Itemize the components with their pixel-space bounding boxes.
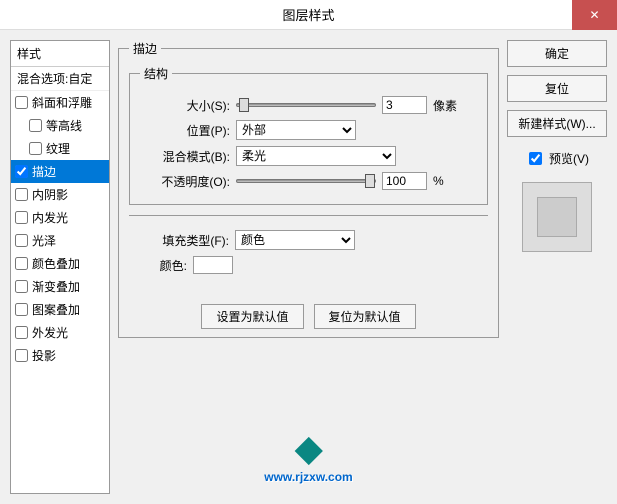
style-checkbox[interactable] xyxy=(15,326,28,339)
close-button[interactable]: ✕ xyxy=(572,0,617,30)
preview-inner xyxy=(537,197,577,237)
blendmode-select[interactable]: 柔光 xyxy=(236,146,396,166)
ok-button[interactable]: 确定 xyxy=(507,40,607,67)
stroke-legend: 描边 xyxy=(129,40,161,57)
watermark-url: www.rjzxw.com xyxy=(264,470,352,484)
color-swatch[interactable] xyxy=(193,256,233,274)
size-unit: 像素 xyxy=(433,97,457,114)
style-item-8[interactable]: 渐变叠加 xyxy=(11,275,109,298)
blendmode-label: 混合模式(B): xyxy=(140,148,230,165)
style-item-2[interactable]: 纹理 xyxy=(11,137,109,160)
style-label: 等高线 xyxy=(46,117,82,134)
style-item-0[interactable]: 斜面和浮雕 xyxy=(11,91,109,114)
style-label: 内阴影 xyxy=(32,186,68,203)
style-item-3[interactable]: 描边 xyxy=(11,160,109,183)
style-label: 光泽 xyxy=(32,232,56,249)
style-checkbox[interactable] xyxy=(29,119,42,132)
window-title: 图层样式 xyxy=(282,5,334,24)
position-label: 位置(P): xyxy=(140,122,230,139)
slider-thumb[interactable] xyxy=(239,98,249,112)
style-item-1[interactable]: 等高线 xyxy=(11,114,109,137)
filltype-label: 填充类型(F): xyxy=(139,232,229,249)
style-label: 图案叠加 xyxy=(32,301,80,318)
style-checkbox[interactable] xyxy=(15,234,28,247)
size-input[interactable] xyxy=(382,96,427,114)
style-label: 渐变叠加 xyxy=(32,278,80,295)
style-item-5[interactable]: 内发光 xyxy=(11,206,109,229)
style-checkbox[interactable] xyxy=(15,349,28,362)
cancel-button[interactable]: 复位 xyxy=(507,75,607,102)
action-panel: 确定 复位 新建样式(W)... 预览(V) xyxy=(507,40,607,494)
style-label: 描边 xyxy=(32,163,56,180)
style-checkbox[interactable] xyxy=(15,188,28,201)
opacity-unit: % xyxy=(433,174,444,188)
close-icon: ✕ xyxy=(589,8,599,22)
style-checkbox[interactable] xyxy=(29,142,42,155)
titlebar: 图层样式 ✕ xyxy=(0,0,617,30)
reset-default-button[interactable]: 复位为默认值 xyxy=(314,304,416,329)
dialog-content: 样式 混合选项:自定 斜面和浮雕等高线纹理描边内阴影内发光光泽颜色叠加渐变叠加图… xyxy=(0,30,617,504)
preview-checkbox[interactable] xyxy=(529,152,542,165)
style-label: 投影 xyxy=(32,347,56,364)
opacity-input[interactable] xyxy=(382,172,427,190)
watermark-logo-icon xyxy=(294,437,322,465)
style-label: 颜色叠加 xyxy=(32,255,80,272)
slider-thumb[interactable] xyxy=(365,174,375,188)
style-checkbox[interactable] xyxy=(15,257,28,270)
style-checkbox[interactable] xyxy=(15,303,28,316)
size-label: 大小(S): xyxy=(140,97,230,114)
settings-panel: 描边 结构 大小(S): 像素 位置(P): 外部 混合模式(B): 柔光 xyxy=(118,40,499,494)
style-checkbox[interactable] xyxy=(15,96,28,109)
blend-options[interactable]: 混合选项:自定 xyxy=(11,67,109,91)
style-label: 外发光 xyxy=(32,324,68,341)
set-default-button[interactable]: 设置为默认值 xyxy=(201,304,303,329)
color-label: 颜色: xyxy=(139,257,187,274)
structure-fieldset: 结构 大小(S): 像素 位置(P): 外部 混合模式(B): 柔光 不透明度(… xyxy=(129,65,488,205)
structure-legend: 结构 xyxy=(140,65,172,82)
style-item-4[interactable]: 内阴影 xyxy=(11,183,109,206)
style-item-10[interactable]: 外发光 xyxy=(11,321,109,344)
style-label: 斜面和浮雕 xyxy=(32,94,92,111)
style-label: 内发光 xyxy=(32,209,68,226)
style-item-6[interactable]: 光泽 xyxy=(11,229,109,252)
preview-label: 预览(V) xyxy=(549,150,589,167)
filltype-select[interactable]: 颜色 xyxy=(235,230,355,250)
size-slider[interactable] xyxy=(236,103,376,107)
style-item-9[interactable]: 图案叠加 xyxy=(11,298,109,321)
style-label: 纹理 xyxy=(46,140,70,157)
fill-fieldset: 填充类型(F): 颜色 颜色: xyxy=(129,215,488,288)
style-checkbox[interactable] xyxy=(15,280,28,293)
style-checkbox[interactable] xyxy=(15,165,28,178)
preview-box xyxy=(522,182,592,252)
new-style-button[interactable]: 新建样式(W)... xyxy=(507,110,607,137)
preview-checkbox-row[interactable]: 预览(V) xyxy=(507,149,607,168)
style-checkbox[interactable] xyxy=(15,211,28,224)
styles-header: 样式 xyxy=(11,41,109,67)
style-item-7[interactable]: 颜色叠加 xyxy=(11,252,109,275)
style-item-11[interactable]: 投影 xyxy=(11,344,109,367)
opacity-slider[interactable] xyxy=(236,179,376,183)
position-select[interactable]: 外部 xyxy=(236,120,356,140)
opacity-label: 不透明度(O): xyxy=(140,173,230,190)
watermark: www.rjzxw.com xyxy=(264,441,352,484)
styles-list-panel: 样式 混合选项:自定 斜面和浮雕等高线纹理描边内阴影内发光光泽颜色叠加渐变叠加图… xyxy=(10,40,110,494)
stroke-fieldset: 描边 结构 大小(S): 像素 位置(P): 外部 混合模式(B): 柔光 xyxy=(118,40,499,338)
